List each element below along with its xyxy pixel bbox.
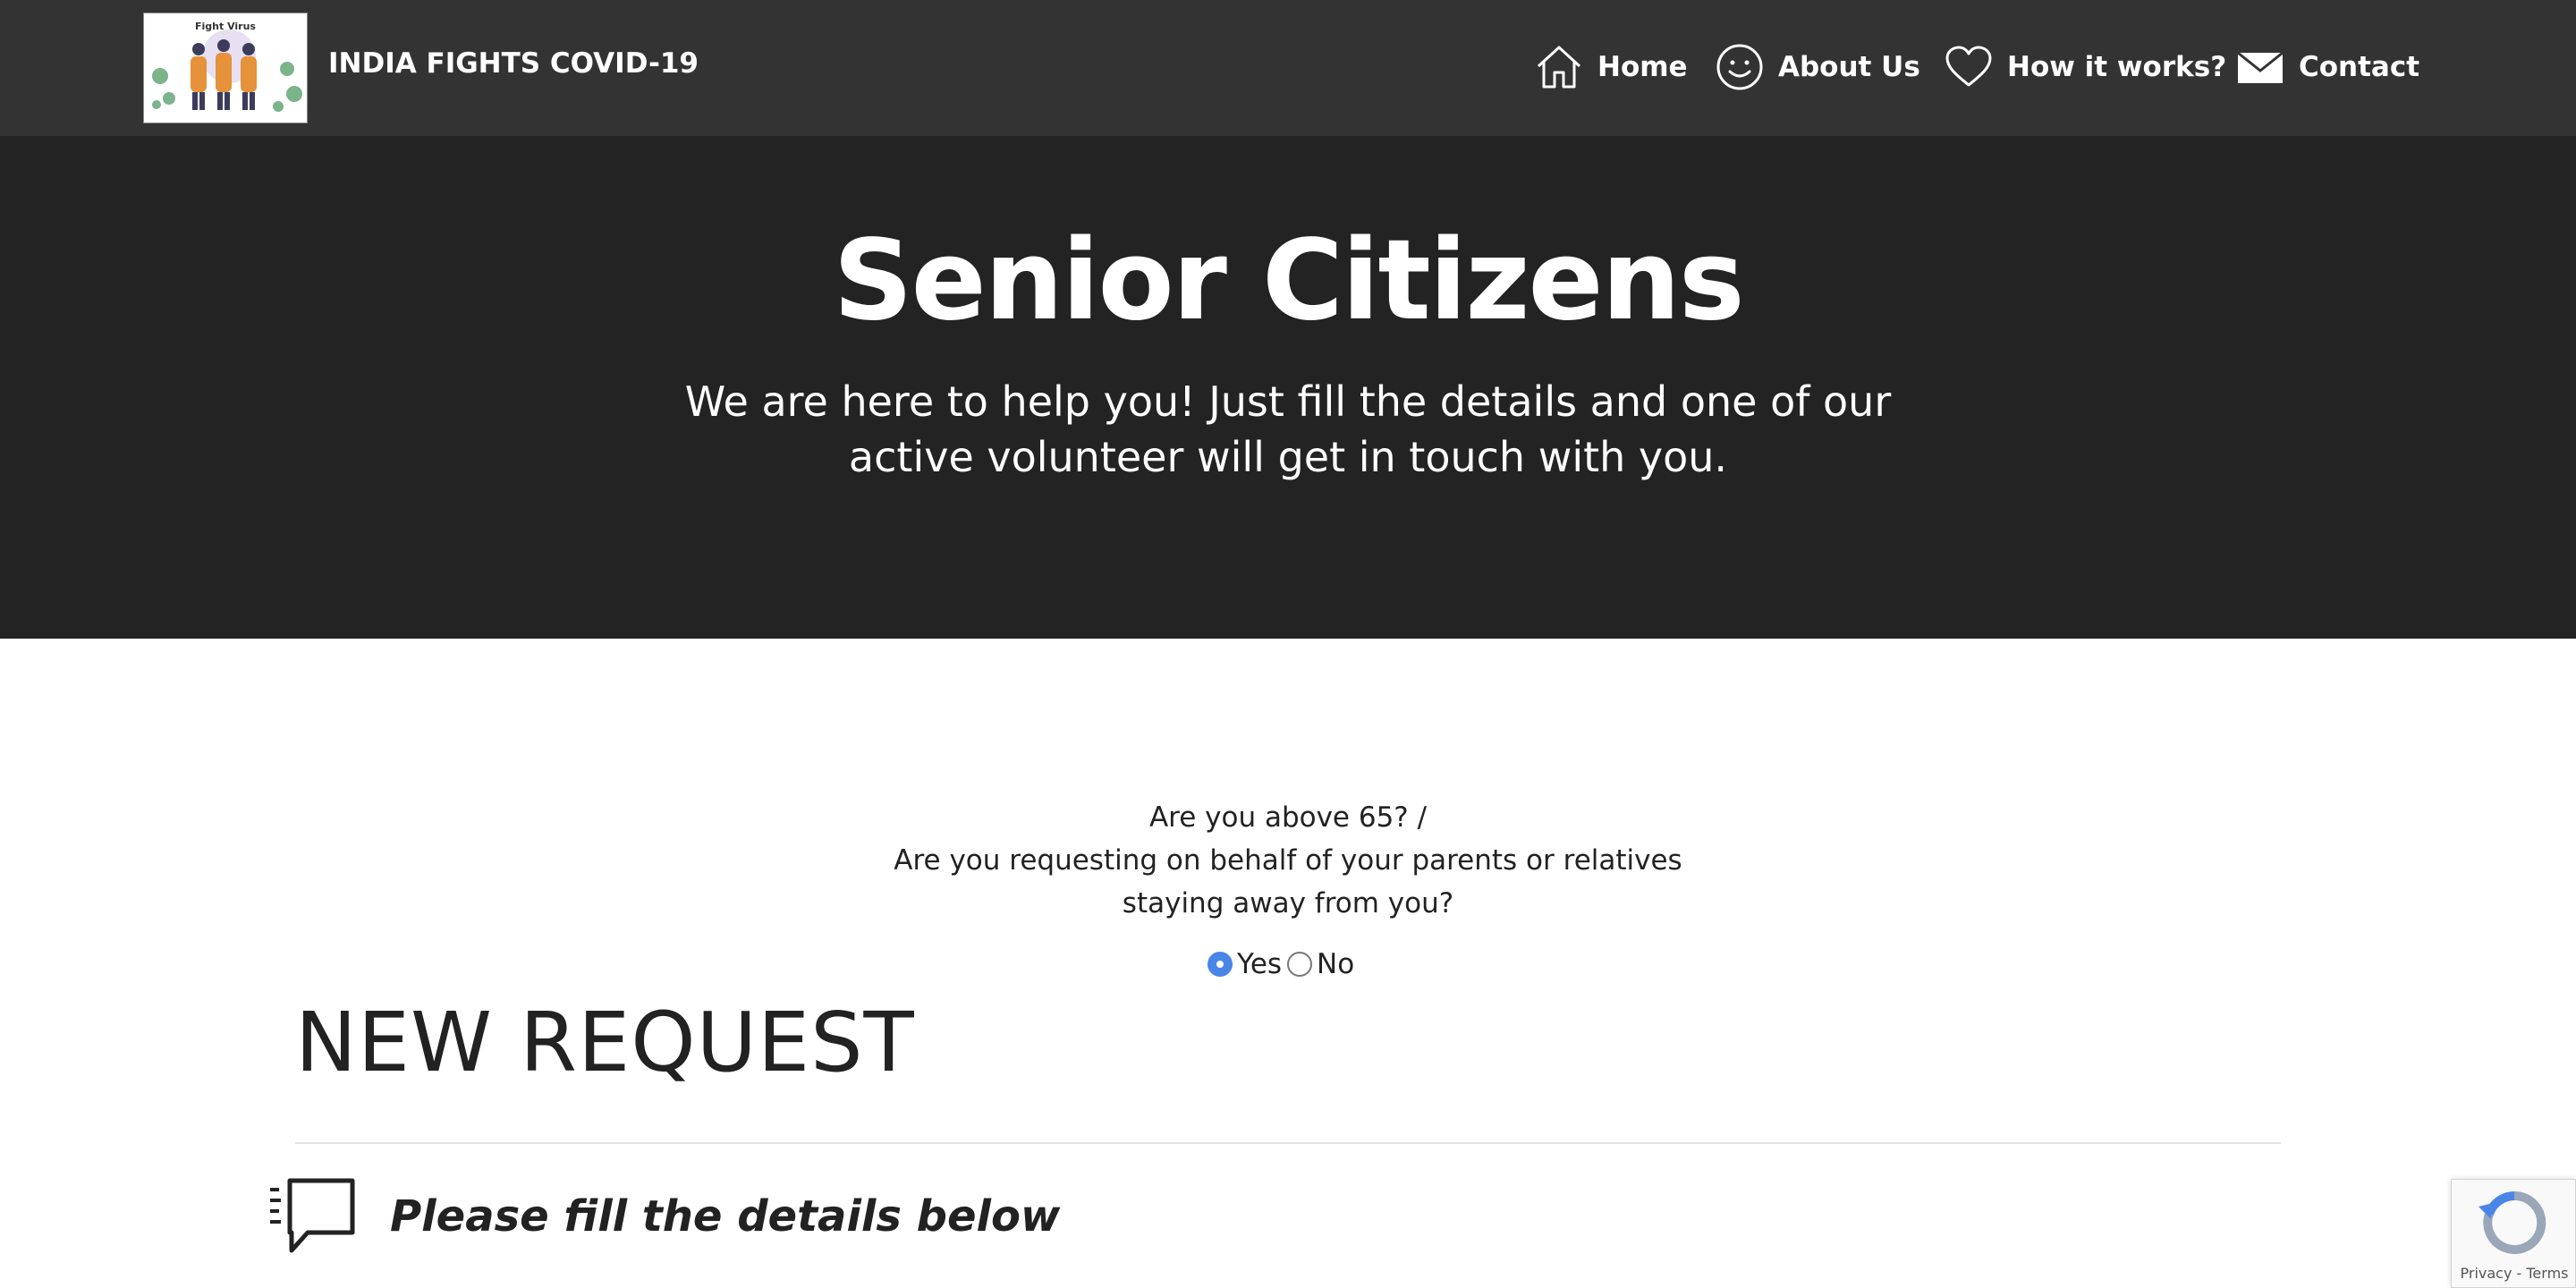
nav-home[interactable]: Home xyxy=(1535,39,1688,95)
top-navbar: Fight Virus INDIA FIGHTS COVID-19 Home A… xyxy=(0,0,2576,136)
recaptcha-badge[interactable]: Privacy - Terms xyxy=(2451,1179,2576,1288)
age-radio-group: Yes No xyxy=(1208,946,1360,982)
nav-how-label: How it works? xyxy=(2007,51,2227,83)
radio-no[interactable] xyxy=(1287,952,1313,977)
envelope-icon xyxy=(2237,51,2284,83)
radio-no-label[interactable]: No xyxy=(1317,948,1354,980)
site-title[interactable]: INDIA FIGHTS COVID-19 xyxy=(328,47,699,80)
recaptcha-icon xyxy=(2479,1191,2546,1254)
hero-banner: Senior Citizens We are here to help you!… xyxy=(0,136,2576,639)
chat-bubble-icon xyxy=(270,1178,355,1253)
site-logo[interactable]: Fight Virus xyxy=(143,13,308,123)
question-line-1: Are you above 65? / xyxy=(1148,801,1428,834)
home-icon xyxy=(1537,46,1581,89)
section-title: NEW REQUEST xyxy=(295,995,915,1090)
question-line-2: Are you requesting on behalf of your par… xyxy=(894,844,1682,877)
smiley-icon xyxy=(1716,44,1763,90)
nav-contact-label: Contact xyxy=(2299,51,2420,83)
page-title: Senior Citizens xyxy=(833,216,1744,345)
section-divider xyxy=(295,1142,2281,1144)
recaptcha-links[interactable]: Privacy - Terms xyxy=(2452,1265,2576,1282)
details-prompt: Please fill the details below xyxy=(390,1191,1061,1241)
nav-about-us[interactable]: About Us xyxy=(1716,39,1920,95)
radio-yes-label[interactable]: Yes xyxy=(1237,948,1282,980)
nav-contact[interactable]: Contact xyxy=(2236,39,2419,95)
nav-how-it-works[interactable]: How it works? xyxy=(1945,39,2226,95)
nav-home-label: Home xyxy=(1597,51,1688,83)
nav-about-label: About Us xyxy=(1778,51,1920,83)
radio-yes[interactable] xyxy=(1208,952,1233,977)
question-line-3: staying away from you? xyxy=(1122,887,1454,919)
heart-icon xyxy=(1945,46,1992,87)
hero-subtitle: We are here to help you! Just fill the d… xyxy=(684,377,1892,481)
logo-caption: Fight Virus xyxy=(195,21,256,32)
age-question: Are you above 65? / Are you requesting o… xyxy=(0,796,2576,925)
